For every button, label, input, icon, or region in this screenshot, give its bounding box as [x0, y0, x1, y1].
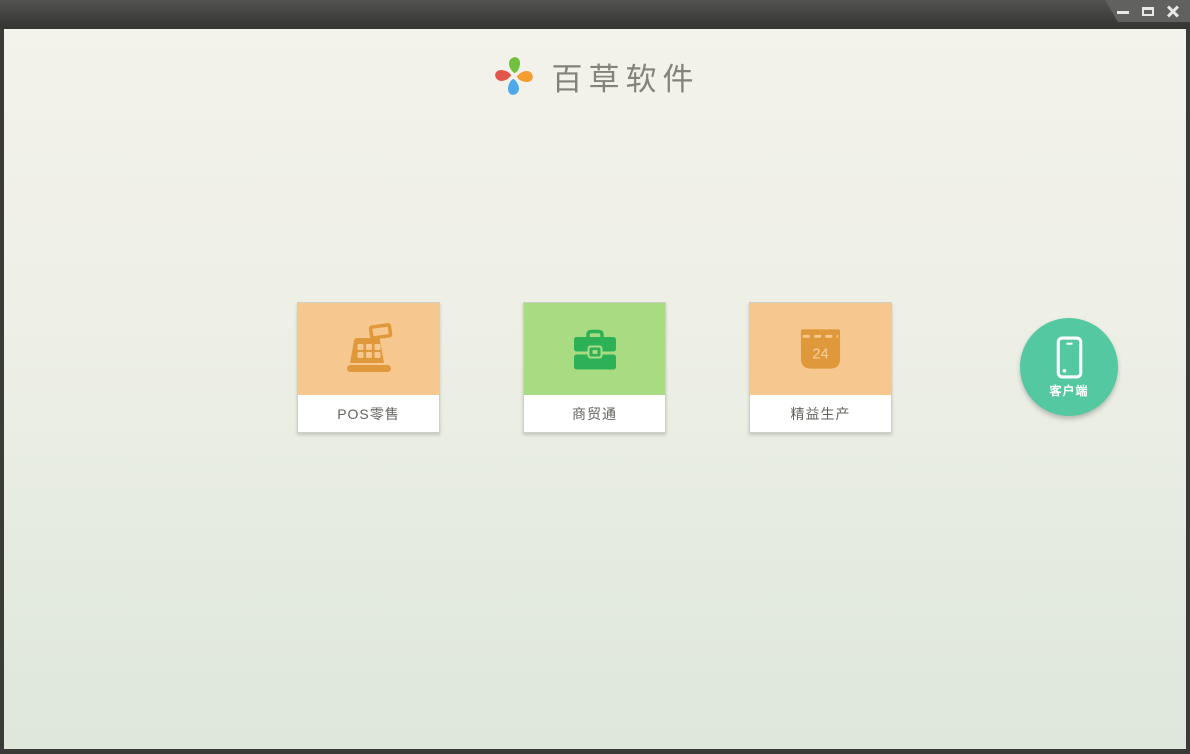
client-app-button[interactable]: 客户端 — [1020, 318, 1118, 416]
client-button-label: 客户端 — [1049, 383, 1089, 398]
product-card-lean-production[interactable]: 24 精益生产 — [749, 302, 892, 433]
pos-card-tile — [298, 303, 439, 395]
product-card-pos-retail[interactable]: POS零售 — [297, 302, 440, 433]
smartphone-icon — [1056, 336, 1082, 378]
calendar-icon: 24 — [800, 329, 841, 369]
maximize-icon — [1142, 7, 1154, 16]
product-label: 商贸通 — [524, 395, 665, 432]
titlebar — [0, 0, 1190, 29]
minimize-icon — [1117, 11, 1129, 14]
pinwheel-logo-icon — [494, 57, 533, 95]
product-label: 精益生产 — [750, 395, 891, 432]
app-title: 百草软件 — [551, 61, 700, 98]
brand-header: 百草软件 — [4, 53, 1186, 99]
close-button[interactable] — [1166, 4, 1180, 18]
cash-register-icon — [346, 323, 392, 372]
maximize-button[interactable] — [1141, 4, 1155, 18]
trade-card-tile — [524, 303, 665, 395]
lean-card-tile: 24 — [750, 303, 891, 395]
window-controls — [1105, 0, 1190, 22]
product-card-trade[interactable]: 商贸通 — [523, 302, 666, 433]
main-window: 百草软件 POS零售 商贸通 24 精益生产 客户端 — [4, 29, 1186, 749]
calendar-day-text: 24 — [812, 346, 828, 362]
briefcase-icon — [573, 329, 616, 369]
minimize-button[interactable] — [1116, 4, 1130, 18]
product-label: POS零售 — [298, 395, 439, 432]
